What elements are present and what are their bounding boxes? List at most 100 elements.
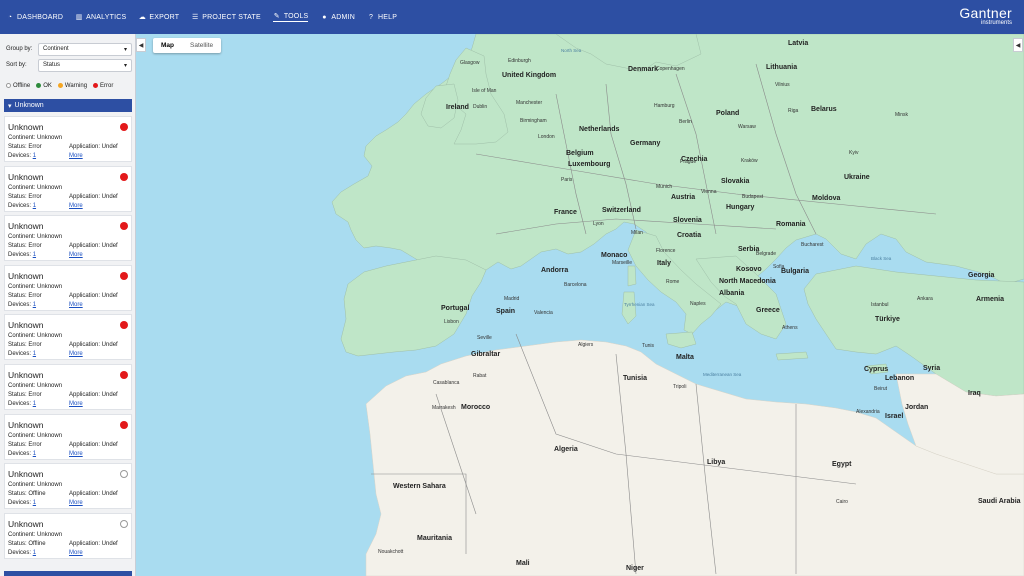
device-continent: Continent: Unknown [8, 531, 63, 538]
group-header-unknown[interactable]: ▾ Unknown [4, 99, 132, 112]
nav-tools[interactable]: ✎ TOOLS [272, 12, 309, 22]
more-link[interactable]: More [69, 252, 83, 258]
more-link[interactable]: More [69, 203, 83, 209]
devices-count-link[interactable]: 1 [33, 252, 36, 258]
nav-analytics[interactable]: ▥ ANALYTICS [75, 13, 126, 22]
device-card[interactable]: Unknown Continent: Unknown Status: Error Ap… [4, 165, 132, 212]
device-devices: Devices: 1 [8, 252, 36, 258]
nav-admin[interactable]: ● ADMIN [320, 14, 355, 21]
devices-count-link[interactable]: 1 [33, 351, 36, 357]
city-label: Tripoli [673, 384, 687, 390]
country-label: Lithuania [766, 64, 798, 71]
sea-label: North Sea [561, 48, 582, 53]
list-icon: ☰ [191, 14, 199, 21]
sort-by-select[interactable]: Status ▾ [38, 58, 132, 72]
country-label: Italy [657, 260, 672, 267]
devices-label: Devices: [8, 301, 32, 308]
country-label: Belarus [811, 106, 837, 113]
devices-count-link[interactable]: 1 [33, 500, 36, 506]
chart-icon: ▥ [75, 14, 83, 21]
country-label: Switzerland [602, 207, 641, 214]
legend-label: Warning [64, 83, 88, 90]
city-label: Kyiv [849, 150, 859, 156]
more-link[interactable]: More [69, 451, 83, 457]
more-link[interactable]: More [69, 550, 83, 556]
device-card[interactable]: Unknown Continent: Unknown Status: Error Ap… [4, 264, 132, 311]
nav-label: PROJECT STATE [202, 13, 261, 21]
devices-count-link[interactable]: 1 [33, 302, 36, 308]
device-card[interactable]: Unknown Continent: Unknown Status: Error Ap… [4, 116, 132, 162]
country-label: Jordan [905, 404, 929, 411]
devices-count-link[interactable]: 1 [33, 550, 36, 556]
ok-dot-icon [36, 83, 42, 88]
device-card[interactable]: Unknown Continent: Unknown Status: Error Ap… [4, 215, 132, 262]
legend-label: OK [43, 83, 52, 90]
country-label: Niger [626, 565, 644, 572]
country-label: Romania [776, 221, 806, 228]
country-label: Spain [496, 308, 516, 315]
status-dot-icon [120, 370, 128, 379]
map-view[interactable]: Ireland United Kingdom Netherlands Belgium L… [136, 34, 1024, 576]
city-label: Barcelona [564, 282, 587, 288]
device-card[interactable]: Unknown Continent: Unknown Status: Error Ap… [4, 363, 132, 410]
device-devices: Devices: 1 [8, 153, 36, 159]
city-label: Beirut [874, 386, 888, 392]
country-label: Monaco [601, 252, 628, 259]
device-continent: Continent: Unknown [8, 234, 63, 241]
more-link[interactable]: More [69, 302, 83, 308]
devices-count-link[interactable]: 1 [33, 401, 36, 407]
main-nav: ◔ DASHBOARD ▥ ANALYTICS ☁ EXPORT ☰ PROJECT S… [0, 0, 409, 34]
devices-label: Devices: [8, 400, 32, 407]
status-dot-icon [120, 321, 128, 330]
device-card[interactable]: Unknown Continent: Unknown Status: Offline… [4, 463, 132, 510]
more-link[interactable]: More [69, 351, 83, 357]
city-label: Vienna [701, 189, 717, 195]
device-status: Status: Offline [8, 540, 46, 547]
group-by-select[interactable]: Continent ▾ [38, 42, 132, 56]
collapse-sidebar-button[interactable]: ◀ [136, 38, 146, 52]
city-label: Athens [782, 325, 798, 331]
device-application: Application: Undef [69, 342, 118, 349]
city-label: Prague [680, 159, 697, 165]
devices-label: Devices: [8, 450, 32, 457]
country-label: Austria [671, 194, 696, 201]
device-application: Application: Undef [69, 193, 118, 200]
country-label: Ireland [446, 104, 469, 111]
nav-help[interactable]: ? HELP [367, 14, 397, 21]
device-card[interactable]: Unknown Continent: Unknown Status: Error Ap… [4, 314, 132, 361]
nav-dashboard[interactable]: ◔ DASHBOARD [6, 14, 63, 21]
nav-project-state[interactable]: ☰ PROJECT STATE [191, 13, 261, 22]
caret-down-icon: ▾ [8, 102, 12, 110]
city-label: Cairo [836, 499, 848, 505]
country-label: Hungary [726, 204, 755, 211]
group-footer-bar [4, 571, 132, 576]
city-label: Riga [788, 108, 799, 114]
country-label: Bulgaria [781, 268, 810, 275]
device-application: Application: Undef [69, 243, 118, 250]
more-link[interactable]: More [69, 500, 83, 506]
status-dot-icon [120, 420, 128, 429]
device-card[interactable]: Unknown Continent: Unknown Status: Error Ap… [4, 413, 132, 460]
country-label: Moldova [812, 195, 841, 202]
map-type-map-button[interactable]: Map [153, 38, 182, 53]
country-label: Georgia [968, 272, 995, 279]
city-label: Casablanca [433, 380, 460, 386]
collapse-right-panel-button[interactable]: ◀ [1013, 38, 1023, 52]
devices-label: Devices: [8, 202, 32, 209]
city-label: Dublin [473, 104, 488, 110]
country-label: Israel [885, 413, 904, 420]
device-devices: Devices: 1 [8, 401, 36, 407]
group-by-label: Group by: [6, 46, 33, 52]
map-type-satellite-button[interactable]: Satellite [182, 38, 221, 53]
city-label: Birmingham [520, 118, 547, 124]
city-label: Sofia [773, 264, 785, 270]
wrench-icon: ✎ [273, 13, 280, 20]
device-card[interactable]: Unknown Continent: Unknown Status: Offline… [4, 512, 132, 559]
more-link[interactable]: More [69, 153, 83, 159]
devices-count-link[interactable]: 1 [33, 451, 36, 457]
devices-count-link[interactable]: 1 [33, 153, 36, 159]
devices-count-link[interactable]: 1 [33, 203, 36, 209]
nav-export[interactable]: ☁ EXPORT [138, 13, 179, 22]
gauge-icon: ◔ [7, 13, 13, 21]
more-link[interactable]: More [69, 401, 83, 407]
